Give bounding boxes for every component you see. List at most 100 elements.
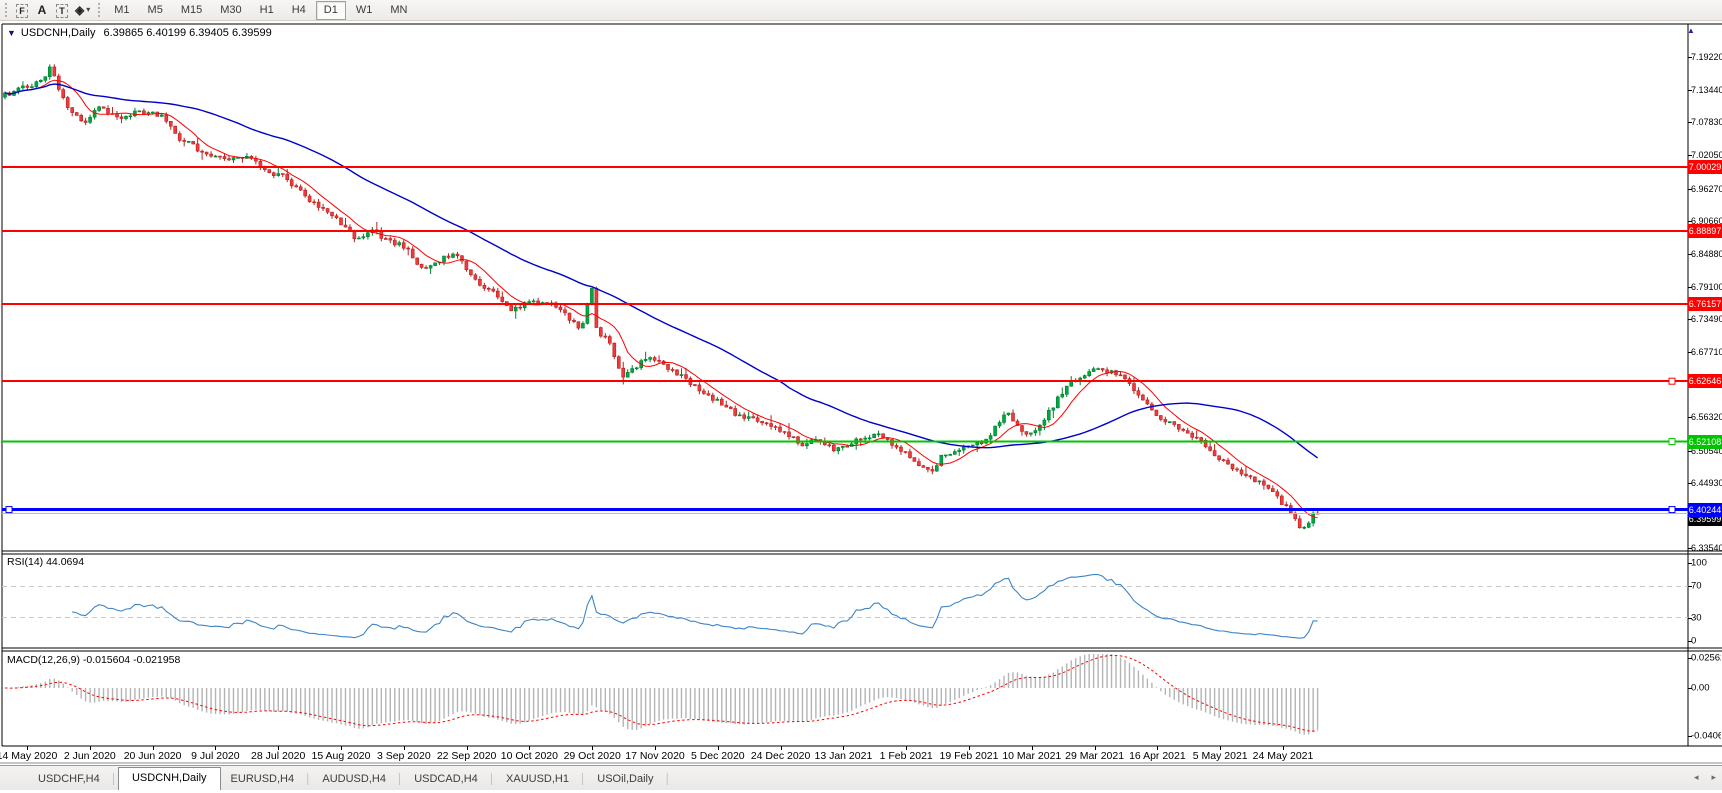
macd-label: MACD(12,26,9) -0.015604 -0.021958 xyxy=(7,654,181,666)
mt4-window: F A T ◈ ▾ M1 M5 M15 M30 H1 H4 D1 W1 MN ▼ USDCNH,Daily… xyxy=(0,0,1722,793)
collapse-icon[interactable]: ▼ xyxy=(7,28,16,38)
ma-slow-line[interactable] xyxy=(4,83,1319,459)
toolbar-grip[interactable] xyxy=(5,3,7,17)
chart-title: ▼ USDCNH,Daily 6.39865 6.40199 6.39405 6.3… xyxy=(7,27,272,39)
price-axis-label: 7.19220 xyxy=(1691,52,1722,62)
date-label: 17 Nov 2020 xyxy=(625,750,685,762)
tab-scroll-right-icon[interactable]: ▸ xyxy=(1711,772,1716,783)
date-label: 15 Aug 2020 xyxy=(311,750,371,762)
tab-separator: │ xyxy=(664,774,671,785)
rsi-scale-label: 70 xyxy=(1691,580,1702,592)
macd-scale-label: -0.04068 xyxy=(1691,730,1721,742)
candle-bodies-up xyxy=(3,66,1315,529)
price-axis-label: 6.33540 xyxy=(1691,543,1722,553)
timeframe-m30[interactable]: M30 xyxy=(212,1,249,20)
tab-audusd-h4[interactable]: AUDUSD,H4 xyxy=(312,769,396,790)
rsi-scale-label: 0 xyxy=(1691,635,1697,647)
macd-histogram xyxy=(8,654,1319,735)
date-label: 29 Oct 2020 xyxy=(563,750,621,762)
level-price-badge: 6.52108 xyxy=(1688,434,1722,449)
date-label: 14 May 2020 xyxy=(0,750,58,762)
candle-bodies-down xyxy=(7,66,1320,528)
price-axis-label: 6.73490 xyxy=(1691,314,1722,325)
tab-eurusd-h4[interactable]: EURUSD,H4 xyxy=(221,769,305,790)
drawing-tools-group: F A T ◈ ▾ xyxy=(12,0,93,20)
level-price-badge: 6.62646 xyxy=(1688,374,1722,389)
rsi-line xyxy=(72,573,1318,639)
date-label: 10 Mar 2021 xyxy=(1002,750,1062,762)
date-label: 9 Jul 2020 xyxy=(191,750,240,762)
scroll-top-icon[interactable]: ▲ xyxy=(1687,26,1695,35)
date-label: 19 Feb 2021 xyxy=(939,750,999,762)
rsi-label: RSI(14) 44.0694 xyxy=(7,556,85,568)
tab-separator: │ xyxy=(110,774,117,785)
tab-separator: │ xyxy=(396,774,404,785)
price-axis-label: 6.44930 xyxy=(1691,477,1722,488)
rsi-scale-label: 100 xyxy=(1691,557,1707,569)
tab-separator: │ xyxy=(305,774,312,785)
arrows-tool-icon[interactable]: ◈ ▾ xyxy=(72,0,93,19)
toolbar: F A T ◈ ▾ M1 M5 M15 M30 H1 H4 D1 W1 MN xyxy=(0,0,1722,21)
date-label: 13 Jan 2021 xyxy=(814,750,873,762)
timeframe-m5[interactable]: M5 xyxy=(140,1,171,20)
chart-ohlc-values: 6.39865 6.40199 6.39405 6.39599 xyxy=(103,27,272,39)
timeframe-mn[interactable]: MN xyxy=(382,1,415,20)
price-axis-label: 6.84880 xyxy=(1691,248,1722,259)
timeframe-d1[interactable]: D1 xyxy=(315,1,346,20)
tab-scroll-left-icon[interactable]: ◂ xyxy=(1694,772,1699,783)
dropdown-caret-icon[interactable]: ▾ xyxy=(86,5,90,14)
date-label: 22 Sep 2020 xyxy=(436,750,497,762)
toolbar-grip[interactable] xyxy=(98,3,101,17)
tab-separator: │ xyxy=(488,774,496,785)
date-label: 1 Feb 2021 xyxy=(879,750,933,762)
tab-usdcad-h4[interactable]: USDCAD,H4 xyxy=(404,769,488,790)
price-axis-label: 7.02050 xyxy=(1691,150,1722,161)
rsi-scale-label: 30 xyxy=(1691,612,1702,624)
date-label: 20 Jun 2020 xyxy=(123,750,182,762)
tab-scroll-nav: ◂ ▸ xyxy=(1694,772,1716,783)
timeframe-h1[interactable]: H1 xyxy=(252,1,282,20)
timeframe-w1[interactable]: W1 xyxy=(348,1,381,20)
symbol-tab-bar: USDCHF,H4 │ USDCNH,Daily EURUSD,H4 │ AUDUSD,H… xyxy=(0,765,1722,790)
tab-usdcnh-daily[interactable]: USDCNH,Daily xyxy=(117,767,221,790)
tab-usdchf-h4[interactable]: USDCHF,H4 xyxy=(28,769,110,790)
ma-fast-line[interactable] xyxy=(4,79,1318,519)
candle-wicks-up xyxy=(4,64,1314,530)
date-label: 24 Dec 2020 xyxy=(750,750,811,762)
text-label-tool-icon[interactable]: T xyxy=(52,1,72,20)
text-tool-icon[interactable]: A xyxy=(32,0,52,19)
macd-scale-label: 0.025623 xyxy=(1691,652,1721,664)
level-line-handle[interactable] xyxy=(5,506,13,514)
price-axis-label: 7.13440 xyxy=(1691,85,1722,96)
level-line-handle[interactable] xyxy=(1668,377,1676,385)
timeframe-m1[interactable]: M1 xyxy=(106,1,137,20)
level-price-badge: 6.40244 xyxy=(1688,502,1722,517)
date-label: 24 May 2021 xyxy=(1252,750,1314,762)
level-price-badge: 7.00029 xyxy=(1688,159,1722,174)
price-axis-label: 6.67710 xyxy=(1691,347,1722,358)
chart-symbol-period: USDCNH,Daily xyxy=(20,27,96,39)
level-line-handle[interactable] xyxy=(1668,438,1676,446)
price-axis-label: 6.96270 xyxy=(1691,183,1722,194)
date-label: 10 Oct 2020 xyxy=(500,750,558,762)
date-label: 5 May 2021 xyxy=(1192,750,1248,762)
tab-usoil-daily[interactable]: USOil,Daily xyxy=(587,769,663,790)
tab-xauusd-h1[interactable]: XAUUSD,H1 xyxy=(496,769,579,790)
level-price-badge: 6.88897 xyxy=(1688,223,1722,238)
date-label: 5 Dec 2020 xyxy=(690,750,745,762)
level-line-handle[interactable] xyxy=(1668,506,1676,514)
macd-scale-label: 0.00 xyxy=(1691,682,1710,694)
timeframe-m15[interactable]: M15 xyxy=(173,1,210,20)
date-label: 16 Apr 2021 xyxy=(1129,750,1186,762)
date-label: 3 Sep 2020 xyxy=(376,750,431,762)
level-price-badge: 6.76157 xyxy=(1688,296,1722,311)
date-label: 2 Jun 2020 xyxy=(63,750,116,762)
price-axis-label: 6.79100 xyxy=(1691,281,1722,292)
date-label: 28 Jul 2020 xyxy=(251,750,306,762)
chart-canvas xyxy=(0,23,1722,764)
price-axis-label: 6.56320 xyxy=(1691,412,1722,423)
timeframe-group: M1 M5 M15 M30 H1 H4 D1 W1 MN xyxy=(105,0,416,20)
timeframe-h4[interactable]: H4 xyxy=(284,1,314,20)
figure-tool-icon[interactable]: F xyxy=(12,1,32,20)
candle-wicks-down xyxy=(8,64,1319,529)
